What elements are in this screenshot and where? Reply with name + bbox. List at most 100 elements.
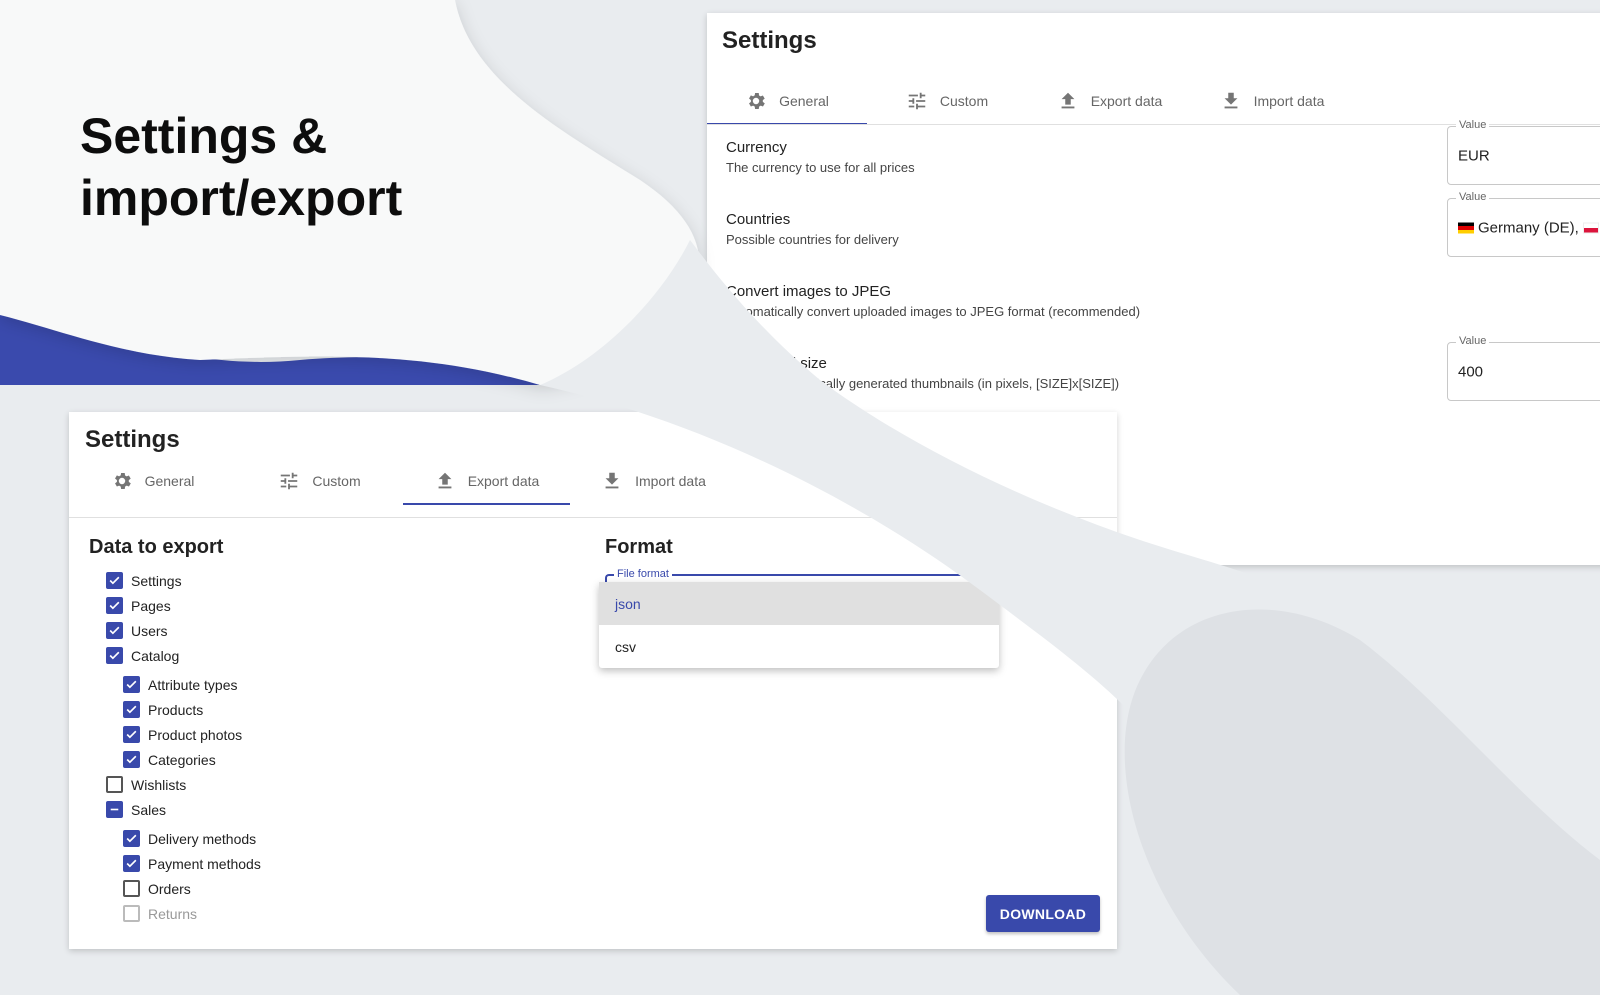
headline: Settings & import/export [80, 105, 402, 229]
file-format-label: File format [614, 568, 672, 580]
checkbox-label: Returns [148, 905, 198, 922]
currency-field[interactable]: Value EUR [1447, 119, 1600, 185]
setting-subtitle-countries: Possible countries for delivery [726, 232, 899, 247]
checkbox-label: Attribute types [148, 676, 238, 693]
setting-subtitle-thumbnail: Size of automatically generated thumbnai… [726, 376, 1120, 391]
sliders-icon [906, 90, 928, 112]
currency-value: EUR [1458, 147, 1490, 164]
checkbox-settings[interactable]: Settings [106, 572, 182, 589]
checkbox-empty-icon [123, 880, 140, 897]
poland-flag-icon [1582, 222, 1599, 233]
checkbox-indeterminate-icon [106, 801, 123, 818]
panel-title: Settings [722, 27, 817, 54]
checkbox-orders[interactable]: Orders [123, 880, 191, 897]
tab-label: Export data [467, 473, 540, 489]
checkbox-label: Catalog [131, 647, 180, 664]
tab-label: General [779, 93, 829, 109]
checkbox-checked-icon [123, 701, 140, 718]
checkbox-label: Delivery methods [148, 830, 257, 847]
format-option-json[interactable]: json [599, 582, 999, 625]
tab-import-data[interactable]: Import data [1192, 77, 1352, 125]
checkbox-wishlists[interactable]: Wishlists [106, 776, 186, 793]
checkbox-label: Users [131, 622, 168, 639]
countries-text: Germany (DE), [1478, 219, 1579, 236]
thumbnail-size-value: 400 [1458, 363, 1484, 380]
checkbox-sales[interactable]: Sales [106, 801, 166, 818]
checkbox-checked-icon [106, 572, 123, 589]
setting-subtitle-currency: The currency to use for all prices [726, 160, 915, 175]
tab-export-data[interactable]: Export data [1027, 77, 1192, 125]
headline-line-1: Settings & [80, 108, 328, 164]
tab-label: Export data [1090, 93, 1163, 109]
germany-flag-icon [1458, 222, 1474, 233]
tab-custom[interactable]: Custom [867, 77, 1027, 125]
setting-title-jpeg: Convert images to JPEG [726, 283, 892, 300]
setting-title-currency: Currency [726, 139, 787, 156]
field-label: Value [1456, 191, 1490, 203]
sliders-icon [278, 470, 300, 492]
checkbox-label: Product photos [148, 726, 243, 743]
tab-bar: General Custom Export data Import data [707, 77, 1352, 125]
file-format-dropdown[interactable]: json csv [599, 582, 999, 668]
format-option-csv[interactable]: csv [599, 625, 999, 668]
tab-general[interactable]: General [69, 457, 236, 505]
checkbox-checked-icon [106, 597, 123, 614]
tab-bar: General Custom Export data Import data [69, 457, 737, 505]
tab-label: Custom [312, 473, 361, 489]
tab-label: General [144, 473, 195, 489]
tab-export-data[interactable]: Export data [403, 457, 570, 505]
checkbox-label: Settings [131, 572, 182, 589]
checkbox-payment-methods[interactable]: Payment methods [123, 855, 261, 872]
gear-icon [745, 90, 767, 112]
checkbox-pages[interactable]: Pages [106, 597, 171, 614]
checkbox-checked-icon [123, 676, 140, 693]
tab-custom[interactable]: Custom [236, 457, 403, 505]
field-label: Value [1456, 335, 1490, 347]
tab-label: Custom [939, 93, 989, 109]
tab-label: Import data [635, 473, 706, 489]
tab-label: Import data [1253, 93, 1325, 109]
checkbox-label: Payment methods [148, 855, 261, 872]
upload-icon [434, 470, 456, 492]
tab-import-data[interactable]: Import data [570, 457, 737, 505]
settings-panel-export: Settings General Custom Export data Import … [69, 412, 1117, 949]
checkbox-returns: Returns [123, 905, 197, 922]
countries-field[interactable]: Value Germany (DE), [1447, 191, 1600, 257]
thumbnail-size-field[interactable]: Value 400 [1447, 335, 1600, 401]
checkbox-users[interactable]: Users [106, 622, 168, 639]
checkbox-label: Sales [131, 801, 167, 818]
countries-value: Germany (DE), [1458, 219, 1599, 236]
headline-line-2: import/export [80, 170, 403, 226]
checkbox-catalog[interactable]: Catalog [106, 647, 179, 664]
checkbox-checked-icon [123, 830, 140, 847]
checkbox-checked-icon [106, 622, 123, 639]
upload-icon [1057, 90, 1079, 112]
tab-general[interactable]: General [707, 77, 867, 125]
field-label: Value [1456, 119, 1490, 131]
checkbox-delivery-methods[interactable]: Delivery methods [123, 830, 256, 847]
setting-subtitle-jpeg: Automatically convert uploaded images to… [726, 304, 1141, 319]
checkbox-checked-icon [123, 726, 140, 743]
data-to-export-heading: Data to export [89, 536, 224, 558]
format-heading: Format [605, 536, 673, 558]
checkbox-checked-icon [123, 855, 140, 872]
checkbox-checked-icon [106, 647, 123, 664]
gear-icon [111, 470, 133, 492]
tab-divider [69, 517, 1117, 518]
checkbox-empty-icon [123, 905, 140, 922]
checkbox-label: Orders [148, 880, 191, 897]
checkbox-categories[interactable]: Categories [123, 751, 216, 768]
checkbox-empty-icon [106, 776, 123, 793]
checkbox-label: Wishlists [131, 776, 187, 793]
checkbox-products[interactable]: Products [123, 701, 203, 718]
download-button[interactable]: DOWNLOAD [986, 895, 1100, 932]
download-icon [601, 470, 623, 492]
checkbox-product-photos[interactable]: Product photos [123, 726, 242, 743]
checkbox-label: Pages [131, 597, 171, 614]
setting-title-countries: Countries [726, 211, 791, 228]
panel-title: Settings [85, 426, 180, 453]
download-icon [1220, 90, 1242, 112]
checkbox-attribute-types[interactable]: Attribute types [123, 676, 238, 693]
setting-title-thumbnail: Thumbnail size [726, 355, 827, 372]
checkbox-label: Categories [148, 751, 216, 768]
